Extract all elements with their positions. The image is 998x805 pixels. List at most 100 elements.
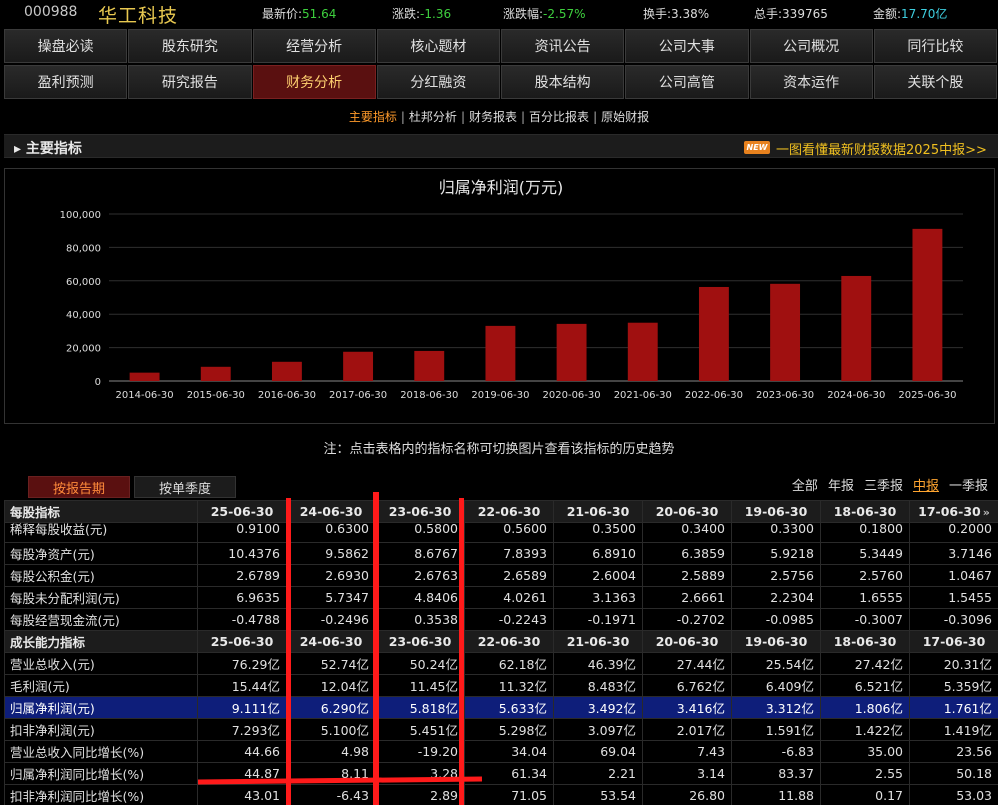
nav-row1-5[interactable]: 公司大事 <box>625 29 749 63</box>
subtab-4[interactable]: 原始财报 <box>598 110 652 124</box>
table-cell: 2.5760 <box>820 564 910 587</box>
cell-value: 5.9218 <box>770 546 814 561</box>
cell-value: 10.4376 <box>228 546 280 561</box>
period-annual[interactable]: 年报 <box>828 475 854 494</box>
mode-tabs: 按报告期 按单季度 <box>28 476 240 498</box>
table-cell: 6.9635 <box>197 586 287 609</box>
y-tick-label: 60,000 <box>66 277 101 288</box>
cell-value: 8.6767 <box>414 546 458 561</box>
cell-value: 3.312亿 <box>765 701 814 716</box>
subtab-1[interactable]: 杜邦分析 <box>406 110 460 124</box>
turnover-rate: 换手:3.38% <box>643 7 710 21</box>
nav-row1-1[interactable]: 股东研究 <box>128 29 252 63</box>
x-tick-label: 2015-06-30 <box>187 390 245 401</box>
table-row: 营业总收入(元) 76.29亿 52.74亿 50.24亿 62.18亿 46.39亿 27… <box>4 652 998 675</box>
period-all[interactable]: 全部 <box>792 475 818 494</box>
nav-row1-2[interactable]: 经营分析 <box>252 29 376 63</box>
cell-value: 6.290亿 <box>320 701 369 716</box>
table-cell: 69.04 <box>553 740 643 763</box>
column-date: 17-06-30 <box>922 634 986 649</box>
nav-row1-0[interactable]: 操盘必读 <box>4 29 128 63</box>
cell-value: 5.100亿 <box>320 723 369 738</box>
promo-link[interactable]: 一图看懂最新财报数据2025中报>> <box>776 139 987 158</box>
table-cell: 0.2000 <box>909 522 998 543</box>
annotation-mark <box>459 498 464 805</box>
column-date: 17-06-30 <box>918 504 981 519</box>
subtab-3[interactable]: 百分比报表 <box>526 110 592 124</box>
more-columns-icon[interactable]: » <box>983 506 990 519</box>
column-header: 19-06-30 <box>731 630 821 653</box>
indicator-name[interactable]: 扣非净利润同比增长(%) <box>4 784 198 805</box>
column-header: 24-06-30 <box>286 500 376 523</box>
nav-row2-6[interactable]: 资本运作 <box>749 65 873 99</box>
table-cell: 0.3400 <box>642 522 732 543</box>
period-q1[interactable]: 一季报 <box>949 475 988 494</box>
x-tick-label: 2016-06-30 <box>258 390 316 401</box>
nav-row2-2[interactable]: 财务分析 <box>252 65 376 99</box>
indicator-name[interactable]: 归属净利润(元) <box>4 696 198 719</box>
period-q3[interactable]: 三季报 <box>864 475 903 494</box>
column-header: 23-06-30 <box>375 630 465 653</box>
nav-row2-3[interactable]: 分红融资 <box>376 65 500 99</box>
nav-row2-7[interactable]: 关联个股 <box>873 65 997 99</box>
cell-value: 5.298亿 <box>498 723 547 738</box>
column-header: 25-06-30 <box>197 630 287 653</box>
cell-value: 2.6004 <box>592 568 636 583</box>
cell-value: 3.492亿 <box>587 701 636 716</box>
tab-by-report-period[interactable]: 按报告期 <box>28 476 130 498</box>
nav-row1-7[interactable]: 同行比较 <box>873 29 997 63</box>
indicator-name[interactable]: 扣非净利润(元) <box>4 718 198 741</box>
indicator-name[interactable]: 每股公积金(元) <box>4 564 198 587</box>
table-cell: 5.298亿 <box>464 718 554 741</box>
indicator-label: 稀释每股收益(元) <box>10 522 108 538</box>
cell-value: 2.5889 <box>681 568 725 583</box>
table-cell: 46.39亿 <box>553 652 643 675</box>
nav-row1-3[interactable]: 核心题材 <box>376 29 500 63</box>
table-cell: 2.6789 <box>197 564 287 587</box>
indicator-name[interactable]: 归属净利润同比增长(%) <box>4 762 198 785</box>
indicator-name[interactable]: 营业总收入(元) <box>4 652 198 675</box>
cell-value: 3.1363 <box>592 590 636 605</box>
table-cell: -0.1971 <box>553 608 643 631</box>
nav-row2-0[interactable]: 盈利预测 <box>4 65 128 99</box>
table-cell: 0.3500 <box>553 522 643 543</box>
table-row: 营业总收入同比增长(%) 44.66 4.98 -19.20 34.04 69.04 7.4… <box>4 740 998 763</box>
cell-value: 5.818亿 <box>409 701 458 716</box>
indicator-name[interactable]: 每股未分配利润(元) <box>4 586 198 609</box>
indicator-name[interactable]: 毛利润(元) <box>4 674 198 697</box>
column-date: 19-06-30 <box>744 504 808 519</box>
table-cell: 15.44亿 <box>197 674 287 697</box>
indicator-name[interactable]: 每股经营现金流(元) <box>4 608 198 631</box>
table-cell: -0.0985 <box>731 608 821 631</box>
nav-row1-4[interactable]: 资讯公告 <box>501 29 625 63</box>
table-cell: -0.2496 <box>286 608 376 631</box>
tab-by-single-quarter[interactable]: 按单季度 <box>134 476 236 498</box>
cell-value: 2.6589 <box>503 568 547 583</box>
table-cell: 2.6763 <box>375 564 465 587</box>
cell-value: -0.2496 <box>320 612 369 627</box>
table-cell: 11.45亿 <box>375 674 465 697</box>
period-interim[interactable]: 中报 <box>913 475 939 494</box>
nav-row2-5[interactable]: 公司高管 <box>625 65 749 99</box>
subtab-2[interactable]: 财务报表 <box>466 110 520 124</box>
nav-row1-6[interactable]: 公司概况 <box>749 29 873 63</box>
cell-value: 2.017亿 <box>676 723 725 738</box>
table-cell: 0.5600 <box>464 522 554 543</box>
indicator-name[interactable]: 稀释每股收益(元) <box>4 522 198 543</box>
price-change: 涨跌:-1.36 <box>392 7 452 21</box>
nav-row2-4[interactable]: 股本结构 <box>501 65 625 99</box>
indicator-label: 归属净利润(元) <box>10 701 95 716</box>
growth-header-label: 成长能力指标 <box>4 630 198 653</box>
indicator-name[interactable]: 营业总收入同比增长(%) <box>4 740 198 763</box>
table-cell: 3.097亿 <box>553 718 643 741</box>
table-cell: 4.98 <box>286 740 376 763</box>
table-cell: 0.5800 <box>375 522 465 543</box>
table-cell: -6.43 <box>286 784 376 805</box>
table-cell: -0.4788 <box>197 608 287 631</box>
nav-row2-1[interactable]: 研究报告 <box>128 65 252 99</box>
indicator-name[interactable]: 每股净资产(元) <box>4 542 198 565</box>
column-header: 20-06-30 <box>642 500 732 523</box>
subtab-0[interactable]: 主要指标 <box>346 110 400 124</box>
table-cell: 5.9218 <box>731 542 821 565</box>
table-cell: 5.3449 <box>820 542 910 565</box>
